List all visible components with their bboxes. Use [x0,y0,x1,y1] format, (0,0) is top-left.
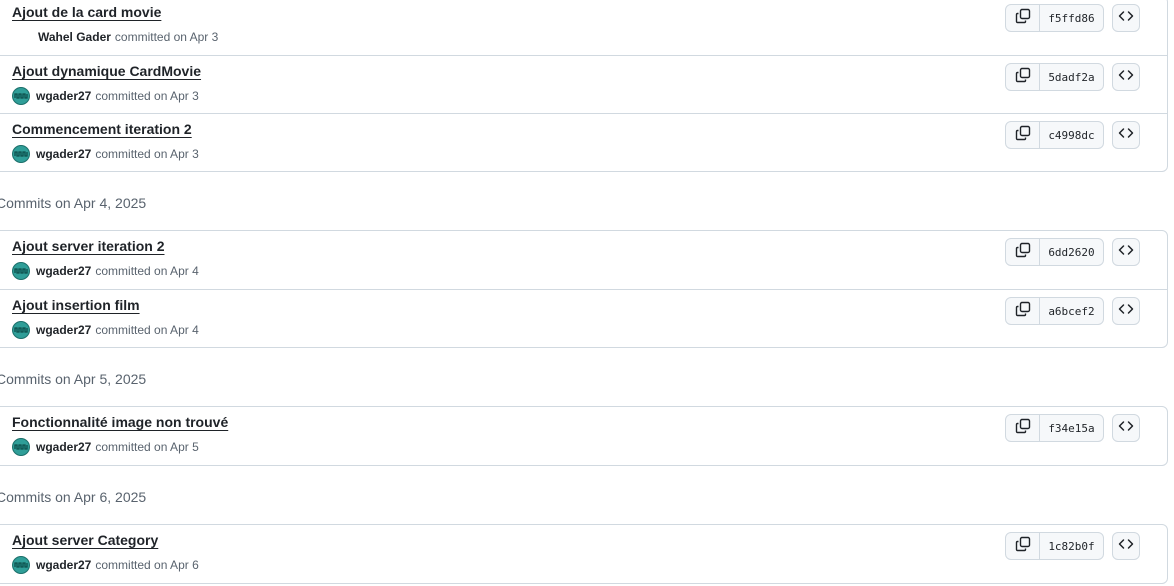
avatar[interactable] [12,321,30,339]
sha-button-group: f34e15a [1005,414,1104,442]
commit-date: committed on Apr 4 [95,264,199,278]
commit-meta: wgader27 committed on Apr 6 [12,555,199,575]
author-link[interactable]: Wahel Gader [38,30,111,44]
commit-row: Ajout de la card movie Wahel Gader commi… [0,0,1167,55]
browse-repo-button[interactable] [1112,414,1140,442]
commit-meta: wgader27 committed on Apr 5 [12,437,199,457]
commit-sha-link[interactable]: 6dd2620 [1040,239,1103,265]
commit-title-link[interactable]: Fonctionnalité image non trouvé [12,412,228,432]
author-link[interactable]: wgader27 [36,323,91,337]
sha-button-group: 1c82b0f [1005,532,1104,560]
commit-sha-link[interactable]: f34e15a [1040,415,1103,441]
commit-actions: 6dd2620 [1005,238,1140,266]
commit-meta: wgader27 committed on Apr 3 [12,86,199,106]
commit-sha-link[interactable]: a6bcef2 [1040,298,1103,324]
sha-button-group: 5dadf2a [1005,63,1104,91]
commit-sha-link[interactable]: 5dadf2a [1040,64,1103,90]
commit-date: committed on Apr 5 [95,440,199,454]
copy-icon [1015,8,1031,29]
commit-actions: f5ffd86 [1005,4,1140,32]
avatar[interactable] [12,438,30,456]
commit-meta: wgader27 committed on Apr 3 [12,144,199,164]
commit-title-link[interactable]: Ajout de la card movie [12,2,161,22]
commit-title-link[interactable]: Commencement iteration 2 [12,119,192,139]
commit-row: Ajout server iteration 2 wgader27 commit… [0,231,1167,289]
sha-button-group: c4998dc [1005,121,1104,149]
copy-sha-button[interactable] [1006,415,1040,441]
author-link[interactable]: wgader27 [36,147,91,161]
copy-sha-button[interactable] [1006,533,1040,559]
commit-actions: f34e15a [1005,414,1140,442]
sha-button-group: 6dd2620 [1005,238,1104,266]
commit-sha-link[interactable]: c4998dc [1040,122,1103,148]
browse-repo-button[interactable] [1112,532,1140,560]
code-icon [1118,67,1134,88]
copy-icon [1015,536,1031,557]
commit-title-link[interactable]: Ajout server Category [12,530,158,550]
commit-meta: wgader27 committed on Apr 4 [12,320,199,340]
code-icon [1118,418,1134,439]
commit-meta: wgader27 committed on Apr 4 [12,261,199,281]
copy-icon [1015,125,1031,146]
code-icon [1118,8,1134,29]
avatar[interactable] [12,556,30,574]
commit-title-link[interactable]: Ajout insertion film [12,295,140,315]
copy-icon [1015,242,1031,263]
commit-title-link[interactable]: Ajout dynamique CardMovie [12,61,201,81]
commit-group-heading: Commits on Apr 6, 2025 [0,489,147,505]
copy-sha-button[interactable] [1006,122,1040,148]
commit-actions: c4998dc [1005,121,1140,149]
commit-meta: Wahel Gader committed on Apr 3 [12,27,218,47]
commit-date: committed on Apr 3 [95,147,199,161]
commit-row: Ajout insertion film wgader27 committed … [0,289,1167,347]
commit-date: committed on Apr 4 [95,323,199,337]
copy-icon [1015,301,1031,322]
copy-icon [1015,67,1031,88]
avatar[interactable] [12,262,30,280]
copy-sha-button[interactable] [1006,298,1040,324]
author-link[interactable]: wgader27 [36,89,91,103]
commit-date: committed on Apr 6 [95,558,199,572]
commit-group-box: Ajout server Category wgader27 committed… [0,524,1168,584]
copy-sha-button[interactable] [1006,5,1040,31]
commit-actions: a6bcef2 [1005,297,1140,325]
avatar-placeholder [12,28,38,46]
commit-row: Commencement iteration 2 wgader27 commit… [0,113,1167,171]
commit-row: Ajout server Category wgader27 committed… [0,525,1167,583]
commit-group-box: Ajout de la card movie Wahel Gader commi… [0,0,1168,172]
commit-group-heading: Commits on Apr 5, 2025 [0,371,147,387]
copy-sha-button[interactable] [1006,239,1040,265]
browse-repo-button[interactable] [1112,238,1140,266]
commit-group-heading: Commits on Apr 4, 2025 [0,195,147,211]
copy-icon [1015,418,1031,439]
commit-row: Fonctionnalité image non trouvé wgader27… [0,407,1167,465]
commit-group-box: Ajout server iteration 2 wgader27 commit… [0,230,1168,348]
commit-sha-link[interactable]: 1c82b0f [1040,533,1103,559]
commit-sha-link[interactable]: f5ffd86 [1040,5,1103,31]
commit-date: committed on Apr 3 [114,30,219,44]
copy-sha-button[interactable] [1006,64,1040,90]
code-icon [1118,301,1134,322]
code-icon [1118,125,1134,146]
author-link[interactable]: wgader27 [36,440,91,454]
avatar[interactable] [12,87,30,105]
commit-date: committed on Apr 3 [95,89,199,103]
browse-repo-button[interactable] [1112,121,1140,149]
avatar[interactable] [12,145,30,163]
browse-repo-button[interactable] [1112,297,1140,325]
browse-repo-button[interactable] [1112,4,1140,32]
author-link[interactable]: wgader27 [36,558,91,572]
code-icon [1118,242,1134,263]
commit-row: Ajout dynamique CardMovie wgader27 commi… [0,55,1167,113]
commit-actions: 1c82b0f [1005,532,1140,560]
author-link[interactable]: wgader27 [36,264,91,278]
commit-history: Ajout de la card movie Wahel Gader commi… [0,0,1174,586]
sha-button-group: a6bcef2 [1005,297,1104,325]
commit-actions: 5dadf2a [1005,63,1140,91]
commit-group-box: Fonctionnalité image non trouvé wgader27… [0,406,1168,466]
code-icon [1118,536,1134,557]
browse-repo-button[interactable] [1112,63,1140,91]
sha-button-group: f5ffd86 [1005,4,1104,32]
commit-title-link[interactable]: Ajout server iteration 2 [12,236,165,256]
